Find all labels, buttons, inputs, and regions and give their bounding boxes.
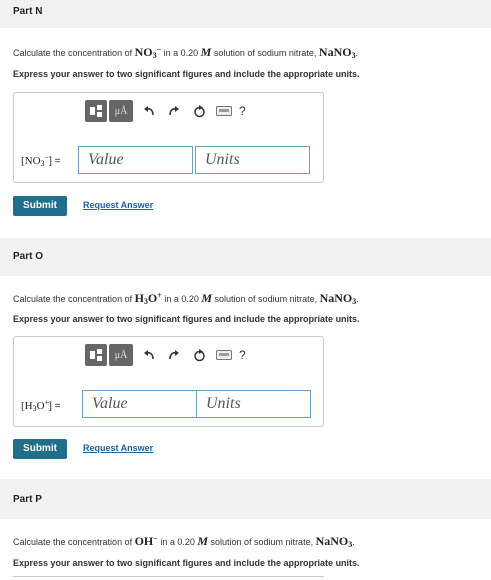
units-input[interactable]: Units <box>196 390 311 418</box>
part-n-request-answer-link[interactable]: Request Answer <box>83 200 153 210</box>
part-p-question: Calculate the concentration of OH− in a … <box>13 534 355 549</box>
salt-formula: NaNO3 <box>315 534 353 549</box>
molarity-symbol: M <box>200 45 212 59</box>
units-icon[interactable]: μÅ <box>109 344 133 366</box>
part-p-answer-box-edge <box>13 576 324 580</box>
redo-icon[interactable] <box>163 344 185 366</box>
question-text: solution of sodium nitrate, <box>212 294 320 304</box>
undo-icon[interactable] <box>138 100 160 122</box>
part-n-answer-box: μÅ ? [NO3−] = Value Units <box>13 92 324 183</box>
species-formula: OH− <box>134 534 158 548</box>
question-text: in a 0.20 <box>157 537 198 547</box>
molarity-symbol: M <box>197 534 209 548</box>
templates-icon[interactable] <box>85 100 107 122</box>
question-text: in a 0.20 <box>161 48 201 58</box>
math-toolbar: μÅ ? <box>85 100 246 122</box>
part-p-instruction: Express your answer to two significant f… <box>13 558 360 568</box>
templates-icon[interactable] <box>85 344 107 366</box>
question-text: Calculate the concentration of <box>13 537 135 547</box>
salt-formula: NaNO3 <box>319 291 357 306</box>
part-o-request-answer-link[interactable]: Request Answer <box>83 443 153 453</box>
part-n-instruction: Express your answer to two significant f… <box>13 69 360 79</box>
molarity-symbol: M <box>201 291 213 305</box>
question-text: in a 0.20 <box>161 294 202 304</box>
help-icon[interactable]: ? <box>239 348 246 362</box>
question-text: Calculate the concentration of <box>13 48 135 58</box>
units-input[interactable]: Units <box>195 146 310 174</box>
value-input[interactable]: Value <box>82 390 197 418</box>
species-formula: H3O+ <box>134 291 162 306</box>
value-input[interactable]: Value <box>78 146 193 174</box>
part-n-lhs-label: [NO3−] = <box>21 153 61 168</box>
question-text: solution of sodium nitrate, <box>211 48 319 58</box>
part-n-header <box>0 0 491 28</box>
units-icon[interactable]: μÅ <box>109 100 133 122</box>
redo-icon[interactable] <box>163 100 185 122</box>
question-text: Calculate the concentration of <box>13 294 135 304</box>
part-o-header <box>0 238 491 276</box>
reset-icon[interactable] <box>188 344 210 366</box>
part-o-submit-button[interactable]: Submit <box>13 439 67 459</box>
part-p-header <box>0 479 491 519</box>
keyboard-icon[interactable] <box>213 344 235 366</box>
reset-icon[interactable] <box>188 100 210 122</box>
part-p-title: Part P <box>13 494 42 505</box>
keyboard-icon[interactable] <box>213 100 235 122</box>
question-text: solution of sodium nitrate, <box>208 537 316 547</box>
part-o-lhs-label: [H3O+] = <box>21 398 61 413</box>
math-toolbar: μÅ ? <box>85 344 246 366</box>
part-o-question: Calculate the concentration of H3O+ in a… <box>13 291 359 306</box>
undo-icon[interactable] <box>138 344 160 366</box>
question-period: . <box>355 48 359 58</box>
help-icon[interactable]: ? <box>239 104 246 118</box>
part-n-question: Calculate the concentration of NO3− in a… <box>13 45 358 60</box>
part-o-answer-box: μÅ ? [H3O+] = Value Units <box>13 336 324 427</box>
species-formula: NO3− <box>134 45 162 60</box>
question-period: . <box>356 294 359 304</box>
part-n-title: Part N <box>13 6 43 17</box>
part-n-submit-button[interactable]: Submit <box>13 196 67 216</box>
part-o-instruction: Express your answer to two significant f… <box>13 314 360 324</box>
question-period: . <box>352 537 355 547</box>
part-o-title: Part O <box>13 251 44 262</box>
salt-formula: NaNO3 <box>318 45 356 60</box>
